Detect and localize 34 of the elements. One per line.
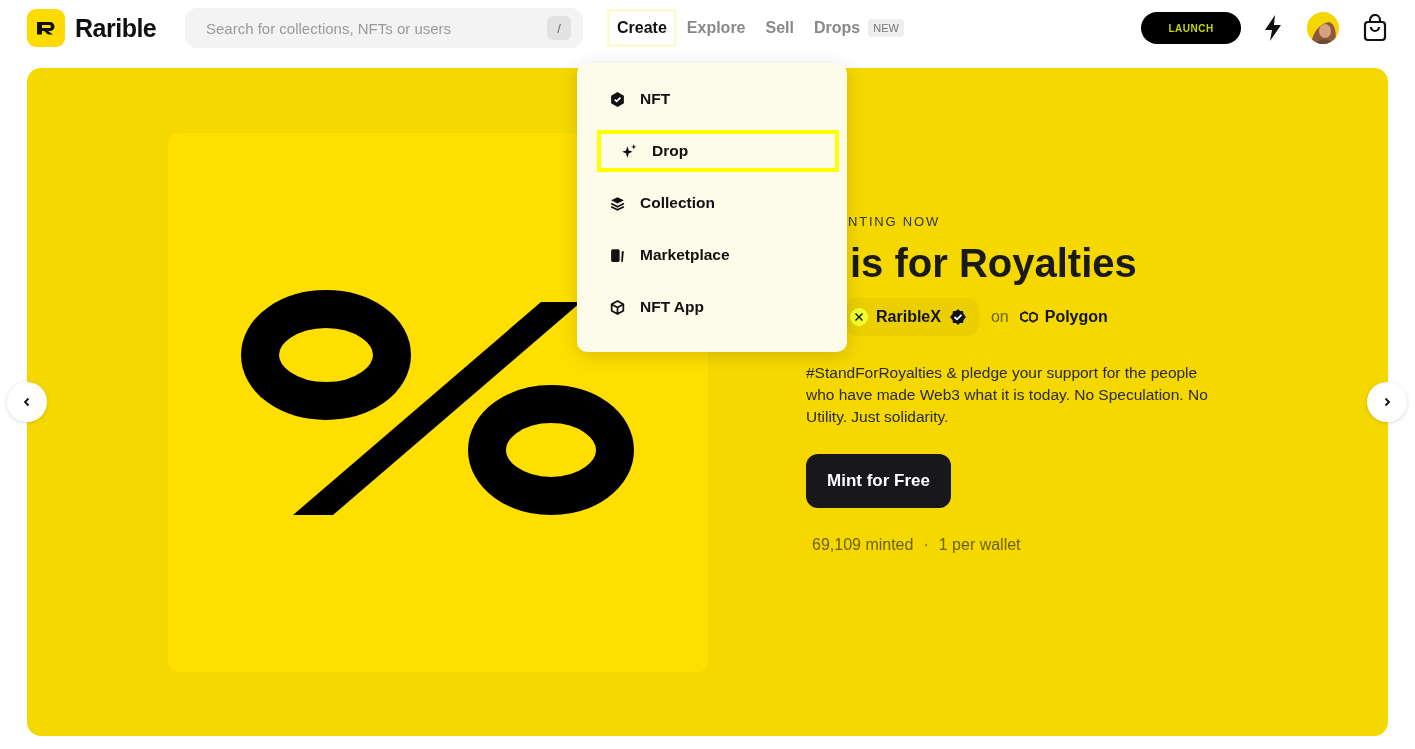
lightning-icon[interactable]: [1263, 14, 1283, 42]
menu-item[interactable]: Collection: [585, 182, 839, 224]
minted-count: 69,109 minted: [812, 536, 914, 554]
menu-item[interactable]: NFT: [585, 78, 839, 120]
nav-tab[interactable]: Sell: [755, 9, 804, 47]
menu-item[interactable]: Drop: [597, 130, 839, 172]
nav-tab[interactable]: Create: [607, 9, 677, 47]
new-badge: NEW: [868, 19, 904, 37]
shortcut-key: /: [547, 16, 571, 40]
chain-name[interactable]: Polygon: [1044, 308, 1108, 326]
separator-dot: ·: [923, 536, 929, 554]
menu-item-icon: [609, 90, 626, 108]
bag-icon[interactable]: [1362, 14, 1388, 42]
menu-item-icon: [621, 142, 638, 160]
logo-text[interactable]: Rarible: [75, 13, 157, 43]
chain-link-icon: [1018, 310, 1039, 324]
creator-avatar-icon: [850, 308, 868, 326]
menu-item[interactable]: NFT App: [585, 286, 839, 328]
hero-title: is for Royalties: [850, 241, 1138, 286]
nav-tab[interactable]: Drops NEW: [803, 9, 914, 47]
verified-icon: [948, 308, 967, 326]
menu-item-icon: [609, 298, 626, 316]
menu-item-icon: [609, 246, 626, 264]
wallet-limit: 1 per wallet: [938, 536, 1021, 554]
menu-item[interactable]: Marketplace: [585, 234, 839, 276]
on-label: on: [990, 308, 1009, 326]
launch-button[interactable]: LAUNCH: [1141, 12, 1241, 44]
nav-tab[interactable]: Explore: [676, 9, 756, 47]
menu-item-icon: [609, 194, 626, 212]
logo-icon[interactable]: [27, 9, 65, 47]
eyebrow-text: NTING NOW: [848, 214, 942, 229]
creator-chip[interactable]: RaribleX: [846, 298, 979, 336]
mint-button[interactable]: Mint for Free: [806, 454, 951, 508]
hero-description: #StandForRoyalties & pledge your support for the people who have made Web3 what it is today. No Speculation. No Utility. Just solidarity.: [806, 363, 1209, 427]
